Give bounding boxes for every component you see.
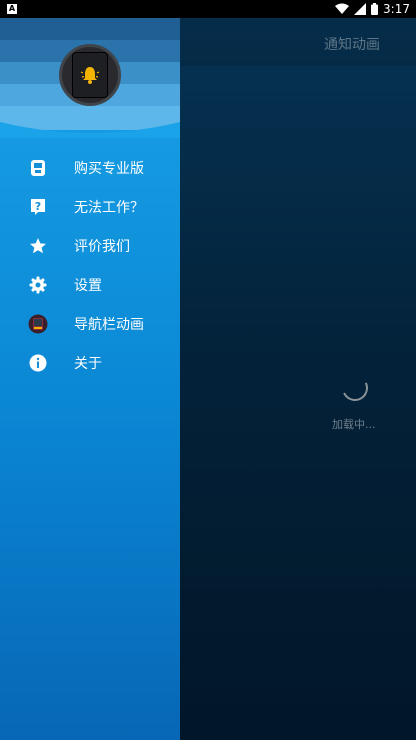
wifi-icon bbox=[335, 3, 350, 14]
clock: 3:17 bbox=[383, 2, 410, 16]
drawer-item-label: 导航栏动画 bbox=[74, 316, 144, 333]
drawer-item-about[interactable]: 关于 bbox=[0, 343, 180, 382]
nav-animation-icon bbox=[28, 314, 48, 334]
header-wave bbox=[0, 122, 180, 138]
star-icon bbox=[28, 236, 48, 256]
gear-icon bbox=[28, 275, 48, 295]
status-icons: 3:17 bbox=[335, 0, 410, 18]
drawer-item-rate-us[interactable]: 评价我们 bbox=[0, 226, 180, 265]
drawer-scrim[interactable] bbox=[180, 18, 416, 740]
drawer-item-label: 设置 bbox=[74, 277, 102, 294]
help-icon: ? bbox=[28, 197, 48, 217]
drawer-item-label: 无法工作？ bbox=[74, 199, 144, 216]
info-icon bbox=[28, 353, 48, 373]
drawer-item-buy-pro[interactable]: 购买专业版 bbox=[0, 148, 180, 187]
notification-icon: A bbox=[7, 4, 17, 14]
status-bar: A 3:17 bbox=[0, 0, 416, 18]
drawer-menu: 购买专业版 ? 无法工作？ 评价我们 设置 导航栏动画 关于 bbox=[0, 148, 180, 382]
battery-icon bbox=[371, 3, 379, 15]
signal-icon bbox=[354, 3, 367, 15]
drawer-item-settings[interactable]: 设置 bbox=[0, 265, 180, 304]
drawer-item-label: 购买专业版 bbox=[74, 160, 144, 177]
drawer-item-label: 评价我们 bbox=[74, 238, 130, 255]
drawer-item-not-working[interactable]: ? 无法工作？ bbox=[0, 187, 180, 226]
app-logo bbox=[59, 44, 121, 106]
drawer-header bbox=[0, 18, 180, 138]
shop-icon bbox=[28, 158, 48, 178]
drawer-item-label: 关于 bbox=[74, 355, 102, 372]
navigation-drawer: 购买专业版 ? 无法工作？ 评价我们 设置 导航栏动画 关于 bbox=[0, 18, 180, 740]
svg-text:?: ? bbox=[35, 200, 41, 213]
drawer-item-nav-animation[interactable]: 导航栏动画 bbox=[0, 304, 180, 343]
bell-icon bbox=[80, 67, 100, 84]
